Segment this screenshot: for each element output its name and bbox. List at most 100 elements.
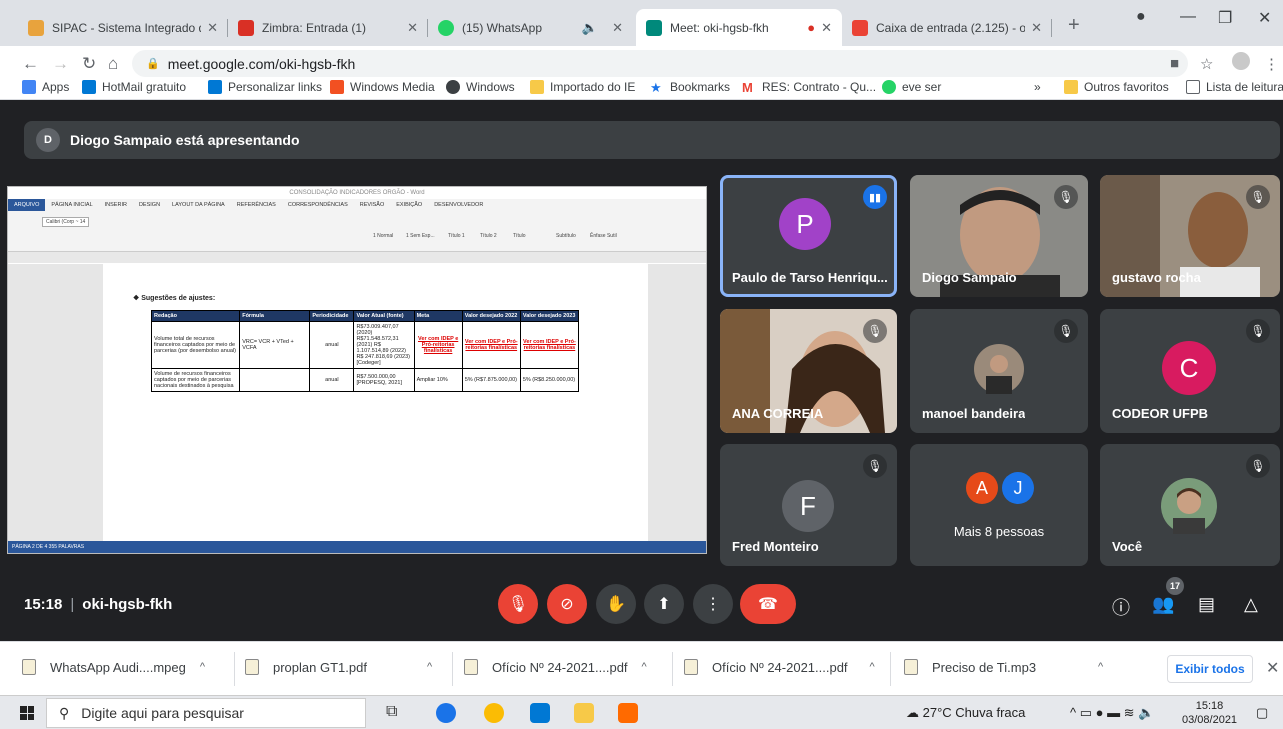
download-item[interactable]: WhatsApp Audi....mpeg ^ [22,659,205,675]
close-icon[interactable]: ✕ [407,20,418,36]
chevron-up-icon[interactable]: ^ [642,661,647,673]
chevron-up-icon[interactable]: ^ [1098,661,1103,673]
close-icon[interactable]: ✕ [612,20,623,36]
bookmark-windows-media[interactable]: Windows Media [330,80,435,94]
reading-list[interactable]: Lista de leitura [1186,80,1283,94]
edge-icon[interactable] [436,703,456,723]
camera-toggle-button[interactable]: ⊘ [547,584,587,624]
star-icon[interactable]: ☆ [1200,55,1213,73]
ribbon-tabs: ARQUIVO PÁGINA INICIAL INSERIR DESIGN LA… [8,199,489,211]
participant-tile[interactable]: 🎙 manoel bandeira [910,309,1088,433]
download-item[interactable]: Ofício Nº 24-2021....pdf ^ [464,659,647,675]
present-button[interactable]: ⬆ [644,584,684,624]
download-item[interactable]: Ofício Nº 24-2021....pdf ^ [684,659,875,675]
participant-tile[interactable]: 🎙 ANA CORREIA [720,309,897,433]
close-icon[interactable]: ✕ [821,20,832,36]
file-explorer-icon[interactable] [574,703,594,723]
bookmark-apps[interactable]: Apps [22,80,69,94]
leave-call-button[interactable]: ☎ [740,584,796,624]
bookmark-personalizar[interactable]: Personalizar links [208,80,322,94]
tab-gmail[interactable]: Caixa de entrada (2.125) - os ✕ [842,9,1052,46]
show-all-downloads-button[interactable]: Exibir todos [1167,655,1253,683]
ruler [8,251,706,263]
tab-meet[interactable]: Meet: oki-hgsb-fkh ● ✕ [636,9,842,46]
chevron-up-icon[interactable]: ^ [200,661,205,673]
self-tile[interactable]: 🎙 Você [1100,444,1280,566]
bookmarks-overflow[interactable]: » [1034,80,1041,94]
new-tab-button[interactable]: + [1068,14,1080,37]
whatsapp-icon [882,80,896,94]
taskbar-search[interactable]: ⚲ Digite aqui para pesquisar [46,698,366,728]
download-item[interactable]: proplan GT1.pdf ^ [245,659,432,675]
bookmark-importado[interactable]: Importado do IE [530,80,635,94]
raise-hand-button[interactable]: ✋ [596,584,636,624]
meeting-details-icon[interactable]: ⓘ [1112,594,1130,620]
mic-toggle-button[interactable]: 🎙 [498,584,538,624]
avatar-group: A J [966,472,1034,504]
forward-button[interactable]: → [52,54,69,74]
bookmark-eve-ser[interactable]: eve ser [882,80,941,94]
chrome-icon[interactable] [484,703,504,723]
minimize-button[interactable]: — [1180,8,1196,26]
audio-file-icon [904,659,918,675]
chevron-up-icon[interactable]: ^ [427,661,432,673]
app-icon[interactable] [618,703,638,723]
mail-icon[interactable] [530,703,550,723]
pdf-file-icon [464,659,478,675]
profile-dot-icon[interactable]: ● [1136,8,1146,26]
camera-icon[interactable]: ■ [1170,55,1179,72]
activities-icon[interactable]: △ [1244,594,1258,615]
table-header-row: Redação Fórmula Periodicidade Valor Atua… [150,310,580,322]
notifications-icon[interactable]: ▢ [1256,705,1268,721]
profile-avatar[interactable] [1232,52,1250,70]
tab-sipac[interactable]: SIPAC - Sistema Integrado de ✕ [18,9,228,46]
audio-icon: 🔈 [581,19,599,35]
mic-off-icon: 🎙 [1246,185,1270,209]
cloud-rain-icon: ☁ [906,705,919,720]
participant-tile[interactable]: 🎙 gustavo rocha [1100,175,1280,297]
chat-icon[interactable]: ▤ [1198,594,1215,615]
download-item[interactable]: Preciso de Ti.mp3 ^ [904,659,1103,675]
meeting-info: 15:18 | oki-hgsb-fkh [24,596,173,613]
back-button[interactable]: ← [22,54,39,74]
task-view-icon[interactable]: ⧉ [386,703,406,723]
close-icon[interactable]: ✕ [1031,20,1042,36]
taskbar-clock[interactable]: 15:18 03/08/2021 [1182,699,1237,727]
address-bar[interactable]: 🔒 meet.google.com/oki-hgsb-fkh [132,50,1188,77]
tab-zimbra[interactable]: Zimbra: Entrada (1) ✕ [228,9,428,46]
avatar: F [782,480,834,532]
weather-widget[interactable]: ☁ 27°C Chuva fraca [906,705,1025,721]
tab-whatsapp[interactable]: (15) WhatsApp 🔈 ✕ [428,9,633,46]
home-button[interactable]: ⌂ [108,54,118,74]
close-window-button[interactable]: ✕ [1258,8,1271,28]
bookmark-bookmarks[interactable]: ★ Bookmarks [650,80,730,95]
people-icon[interactable]: 👥 [1152,594,1174,615]
menu-icon[interactable]: ⋮ [1264,55,1279,73]
presenter-banner: D Diogo Sampaio está apresentando [24,121,1280,159]
pdf-file-icon [245,659,259,675]
mic-off-icon: 🎙 [863,454,887,478]
bookmarks-bar: Apps HotMail gratuito Personalizar links… [0,77,1283,100]
bookmark-windows[interactable]: Windows [446,80,515,94]
participant-tile[interactable]: 🎙 Diogo Sampaio [910,175,1088,297]
bookmark-outros-favoritos[interactable]: Outros favoritos [1064,80,1169,94]
mic-off-icon: 🎙 [1246,319,1270,343]
mic-off-icon: 🎙 [1054,319,1078,343]
close-shelf-icon[interactable]: ✕ [1266,658,1279,678]
more-options-button[interactable]: ⋮ [693,584,733,624]
gmail-favicon-icon [852,19,868,36]
participant-tile[interactable]: F 🎙 Fred Monteiro [720,444,897,566]
bookmark-hotmail[interactable]: HotMail gratuito [82,80,186,94]
system-tray-icons[interactable]: ^ ▭ ● ▬ ≋ 🔈 [1070,705,1154,721]
chevron-up-icon[interactable]: ^ [870,661,875,673]
bookmark-res-contrato[interactable]: M RES: Contrato - Qu... [742,80,876,95]
restore-button[interactable]: ❐ [1218,8,1232,28]
reload-button[interactable]: ↻ [82,54,96,74]
close-icon[interactable]: ✕ [207,20,218,36]
shared-screen-document: CONSOLIDAÇÃO INDICADORES ORGÃO - Word AR… [7,186,707,554]
more-people-tile[interactable]: A J Mais 8 pessoas [910,444,1088,566]
windows-start-icon[interactable] [20,706,34,720]
participant-tile[interactable]: P ▮▮ Paulo de Tarso Henriqu... [720,175,897,297]
folder-icon [530,80,544,94]
participant-tile[interactable]: C 🎙 CODEOR UFPB [1100,309,1280,433]
